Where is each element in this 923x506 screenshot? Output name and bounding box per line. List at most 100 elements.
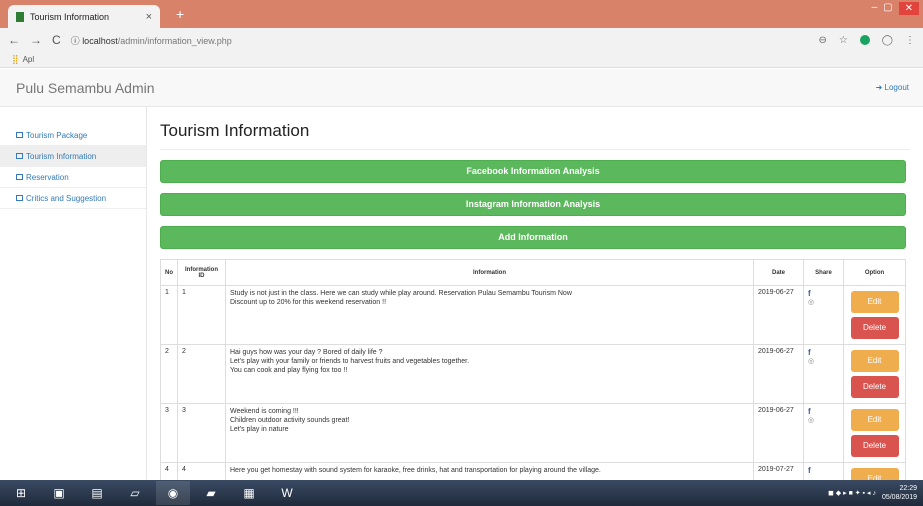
col-no: No (160, 259, 178, 286)
clock[interactable]: 22:29 05/08/2019 (882, 484, 917, 502)
facebook-share-icon[interactable]: f (808, 407, 839, 416)
toolbar-icons: ⊖ ☆ ◯ ⋮ (818, 34, 915, 46)
cell-date: 2019-06-27 (753, 403, 804, 463)
information-table: No Information ID Information Date Share… (160, 259, 906, 498)
cell-share: f ◎ (803, 344, 844, 404)
zoom-icon[interactable]: ⊖ (818, 35, 826, 46)
computer-icon[interactable]: ▣ (42, 481, 76, 505)
cell-id: 2 (177, 344, 226, 404)
list-icon (16, 132, 23, 138)
maximize-icon[interactable]: ▢ (883, 2, 892, 15)
sidebar-item-reservation[interactable]: Reservation (0, 167, 146, 188)
brand-title[interactable]: Pulu Semambu Admin (16, 80, 155, 96)
delete-button[interactable]: Delete (850, 435, 899, 457)
main-content: Tourism Information Facebook Information… (160, 107, 910, 498)
list-icon (16, 195, 23, 201)
network-icon[interactable]: ▤ (80, 481, 114, 505)
facebook-share-icon[interactable]: f (808, 289, 839, 298)
logout-link[interactable]: ➜ Logout (876, 83, 909, 92)
sidebar-item-critics[interactable]: Critics and Suggestion (0, 188, 146, 209)
cell-share: f ◎ (803, 403, 844, 463)
table-row: 2 2 Hai guys how was your day ? Bored of… (160, 344, 906, 404)
word-icon[interactable]: W (270, 481, 304, 505)
list-icon (16, 153, 23, 159)
tray-icons[interactable]: ◼ ◆ ▸ ■ ✦ ▪ ◂ ♪ (828, 489, 876, 497)
back-icon[interactable]: ← (8, 33, 20, 47)
minimize-icon[interactable]: – (872, 2, 878, 15)
instagram-analysis-button[interactable]: Instagram Information Analysis (160, 193, 906, 216)
edit-button[interactable]: Edit (850, 350, 899, 372)
add-information-button[interactable]: Add Information (160, 226, 906, 249)
page-title: Tourism Information (160, 121, 910, 150)
facebook-analysis-button[interactable]: Facebook Information Analysis (160, 160, 906, 183)
admin-navbar: Pulu Semambu Admin ➜ Logout (0, 69, 923, 107)
new-tab-button[interactable]: + (176, 6, 184, 22)
col-information: Information (225, 259, 754, 286)
cell-no: 1 (160, 285, 178, 345)
url-field[interactable]: ⓘ localhost/admin/information_view.php (71, 34, 809, 47)
col-share: Share (803, 259, 844, 286)
tab-title: Tourism Information (30, 11, 110, 22)
sidebar-item-label: Reservation (26, 172, 69, 182)
profile-icon[interactable]: ◯ (882, 35, 893, 46)
edit-button[interactable]: Edit (850, 409, 899, 431)
logout-icon: ➜ (875, 83, 885, 92)
cell-id: 3 (177, 403, 226, 463)
menu-icon[interactable]: ⋮ (905, 35, 915, 46)
table-row: 1 1 Study is not just in the class. Here… (160, 285, 906, 345)
sidebar-item-tourism-package[interactable]: Tourism Package (0, 125, 146, 146)
chrome-icon[interactable]: ◉ (156, 481, 190, 505)
cell-information: Study is not just in the class. Here we … (225, 285, 754, 345)
info-line: Weekend is coming !!! (230, 408, 299, 415)
tab-close-icon[interactable]: × (146, 11, 152, 23)
reload-icon[interactable]: C (52, 33, 61, 47)
delete-button[interactable]: Delete (850, 376, 899, 398)
windows-start-icon[interactable]: ⊞ (4, 481, 38, 505)
instagram-share-icon[interactable]: ◎ (808, 416, 839, 424)
sidebar-item-tourism-information[interactable]: Tourism Information (0, 146, 146, 167)
cell-share: f ◎ (803, 285, 844, 345)
logout-label: Logout (884, 83, 909, 92)
sidebar-item-label: Tourism Information (26, 151, 97, 161)
info-line: Here you get homestay with sound system … (230, 467, 601, 474)
cell-date: 2019-06-27 (753, 285, 804, 345)
sidebar-item-label: Critics and Suggestion (26, 193, 107, 203)
info-line: Discount up to 20% for this weekend rese… (230, 299, 387, 306)
info-line: Let's play in nature (230, 426, 289, 433)
address-bar: ← → C ⓘ localhost/admin/information_view… (0, 28, 923, 52)
info-line: Hai guys how was your day ? Bored of dai… (230, 349, 383, 356)
close-window-icon[interactable]: ✕ (898, 2, 919, 15)
facebook-share-icon[interactable]: f (808, 466, 839, 475)
url-host: localhost (82, 35, 118, 46)
sidebar-item-label: Tourism Package (26, 130, 88, 140)
cell-information: Weekend is coming !!! Children outdoor a… (225, 403, 754, 463)
apps-icon[interactable]: ⣿ (12, 54, 19, 65)
cell-id: 1 (177, 285, 226, 345)
instagram-share-icon[interactable]: ◎ (808, 298, 839, 306)
forward-icon[interactable]: → (30, 33, 42, 47)
window-controls: – ▢ ✕ (872, 2, 919, 15)
files-icon[interactable]: ▦ (232, 481, 266, 505)
browser-tabbar: Tourism Information × + – ▢ ✕ (0, 0, 923, 28)
col-date: Date (753, 259, 804, 286)
bookmark-star-icon[interactable]: ☆ (839, 35, 848, 46)
cell-date: 2019-06-27 (753, 344, 804, 404)
notepad-icon[interactable]: ▱ (118, 481, 152, 505)
url-path: /admin/information_view.php (117, 35, 232, 46)
delete-button[interactable]: Delete (850, 317, 899, 339)
list-icon (16, 174, 23, 180)
cell-option: Edit Delete (843, 403, 906, 463)
facebook-share-icon[interactable]: f (808, 348, 839, 357)
extension-icon[interactable] (859, 34, 870, 45)
col-option: Option (843, 259, 906, 286)
info-line: Study is not just in the class. Here we … (230, 290, 572, 297)
browser-tab[interactable]: Tourism Information × (8, 5, 160, 28)
edit-button[interactable]: Edit (850, 291, 899, 313)
cell-no: 2 (160, 344, 178, 404)
bookmark-apps[interactable]: Apl (23, 55, 35, 64)
clock-date: 05/08/2019 (881, 494, 917, 501)
instagram-share-icon[interactable]: ◎ (808, 357, 839, 365)
cell-option: Edit Delete (843, 344, 906, 404)
folder-icon[interactable]: ▰ (194, 481, 228, 505)
cell-information: Hai guys how was your day ? Bored of dai… (225, 344, 754, 404)
